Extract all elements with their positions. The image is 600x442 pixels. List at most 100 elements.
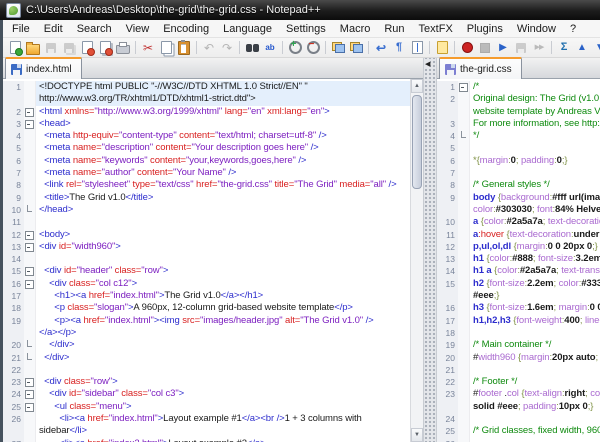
code-text: h1,h2,h3 {font-weight:400; line-he bbox=[470, 315, 600, 327]
redo-button[interactable] bbox=[218, 39, 236, 56]
line-number: 6 bbox=[437, 155, 458, 167]
show-all-characters-button[interactable] bbox=[390, 39, 408, 56]
fold-margin bbox=[458, 106, 470, 118]
sync-scroll-vertical-button[interactable] bbox=[329, 39, 347, 56]
fold-box-marker[interactable] bbox=[24, 229, 36, 241]
macro-record-button[interactable] bbox=[458, 39, 476, 56]
undo-button[interactable] bbox=[200, 39, 218, 56]
close-all-button[interactable] bbox=[96, 39, 114, 56]
macro-save-button[interactable] bbox=[512, 39, 530, 56]
scroll-up-arrow-icon[interactable]: ▲ bbox=[411, 79, 423, 93]
replace-button[interactable] bbox=[261, 39, 279, 56]
print-button[interactable] bbox=[114, 39, 132, 56]
fold-box-marker[interactable] bbox=[24, 388, 36, 400]
menu-language[interactable]: Language bbox=[216, 22, 279, 36]
left-vertical-scrollbar[interactable]: ▲ ▼ bbox=[410, 79, 423, 442]
user-defined-dialog-button[interactable] bbox=[433, 39, 451, 56]
macro-stop-button[interactable] bbox=[476, 39, 494, 56]
code-text: /* Grid classes, fixed width, 960px bbox=[470, 425, 600, 437]
notepad-plus-plus-icon bbox=[6, 3, 21, 18]
code-area-left[interactable]: 1<!DOCTYPE html PUBLIC "-//W3C//DTD XHTM… bbox=[3, 79, 410, 442]
fold-margin bbox=[24, 302, 36, 314]
fold-box-marker[interactable] bbox=[24, 278, 36, 290]
fold-margin bbox=[458, 216, 470, 228]
new-file-button[interactable] bbox=[6, 39, 24, 56]
code-line: color:#303030; font:84% Helvetica bbox=[437, 204, 600, 216]
menu-search[interactable]: Search bbox=[70, 22, 119, 36]
indent-guide-button[interactable] bbox=[408, 39, 426, 56]
pane-splitter[interactable]: ◀ bbox=[423, 58, 437, 442]
fold-margin bbox=[24, 315, 36, 327]
fold-box-marker[interactable] bbox=[24, 376, 36, 388]
splitter-collapse-icon[interactable]: ◀ bbox=[425, 60, 430, 68]
code-text: h1 a {color:#2a5a7a; text-transform bbox=[470, 265, 600, 277]
zoom-in-button[interactable] bbox=[286, 39, 304, 56]
plugin-move-up-button[interactable] bbox=[573, 39, 591, 56]
plugin-sort-ascending-button[interactable] bbox=[555, 39, 573, 56]
fold-box-marker[interactable] bbox=[24, 401, 36, 413]
fold-box-marker[interactable] bbox=[24, 106, 36, 118]
fold-box-marker[interactable] bbox=[24, 265, 36, 277]
editor-the-grid-css[interactable]: 1/*2Original design: The Grid (v1.0 - Sw… bbox=[437, 79, 600, 442]
code-line: 6 <meta name="keywords" content="your,ke… bbox=[3, 155, 410, 167]
zoom-out-button[interactable] bbox=[304, 39, 322, 56]
fold-box-marker[interactable] bbox=[24, 241, 36, 253]
fold-margin bbox=[24, 81, 36, 93]
cut-button[interactable] bbox=[139, 39, 157, 56]
menu-view[interactable]: View bbox=[119, 22, 157, 36]
macro-run-multiple-button[interactable] bbox=[530, 39, 548, 56]
code-text: <li><a href="index.html">Layout example … bbox=[36, 413, 410, 425]
plugin-move-up-icon bbox=[577, 43, 587, 53]
macro-play-button[interactable] bbox=[494, 39, 512, 56]
fold-margin bbox=[458, 229, 470, 241]
save-all-button[interactable] bbox=[60, 39, 78, 56]
tab-the-grid-css[interactable]: the-grid.css bbox=[439, 57, 522, 79]
sync-scroll-horizontal-button[interactable] bbox=[347, 39, 365, 56]
save-file-button[interactable] bbox=[42, 39, 60, 56]
paste-button[interactable] bbox=[175, 39, 193, 56]
menu-plugins[interactable]: Plugins bbox=[460, 22, 510, 36]
code-line: 20 </div> bbox=[3, 339, 410, 351]
line-number: 1 bbox=[437, 81, 458, 93]
fold-box-marker[interactable] bbox=[458, 81, 470, 93]
open-file-button[interactable] bbox=[24, 39, 42, 56]
find-button[interactable] bbox=[243, 39, 261, 56]
code-text: <html xmlns="http://www.w3.org/1999/xhtm… bbox=[36, 106, 410, 118]
code-line: 5 bbox=[437, 142, 600, 154]
code-line: 15h2 {font-size:2.2em; color:#333; m bbox=[437, 278, 600, 290]
menu-run[interactable]: Run bbox=[377, 22, 411, 36]
menu-macro[interactable]: Macro bbox=[333, 22, 378, 36]
fold-margin bbox=[458, 167, 470, 179]
scroll-down-arrow-icon[interactable]: ▼ bbox=[411, 428, 423, 442]
toolbar-separator bbox=[135, 41, 136, 54]
code-area-right[interactable]: 1/*2Original design: The Grid (v1.0 - Sw… bbox=[437, 79, 600, 442]
menu-encoding[interactable]: Encoding bbox=[156, 22, 216, 36]
code-line: 14 bbox=[3, 253, 410, 265]
plugin-move-down-icon bbox=[595, 43, 600, 53]
menu-settings[interactable]: Settings bbox=[279, 22, 333, 36]
fold-box-marker[interactable] bbox=[24, 118, 36, 130]
copy-button[interactable] bbox=[157, 39, 175, 56]
fold-margin bbox=[458, 155, 470, 167]
code-text: <meta http-equiv="content-type" content=… bbox=[36, 130, 410, 142]
plugin-move-down-button[interactable] bbox=[591, 39, 600, 56]
close-file-button[interactable] bbox=[78, 39, 96, 56]
menu-file[interactable]: File bbox=[5, 22, 37, 36]
word-wrap-button[interactable] bbox=[372, 39, 390, 56]
tab-index-html[interactable]: index.html bbox=[5, 57, 82, 79]
menu-edit[interactable]: Edit bbox=[37, 22, 70, 36]
code-line: 26 <li><a href="index.html">Layout examp… bbox=[3, 413, 410, 425]
menu-textfx[interactable]: TextFX bbox=[412, 22, 460, 36]
menu-help[interactable]: ? bbox=[563, 22, 583, 36]
fold-margin bbox=[458, 376, 470, 388]
menu-window[interactable]: Window bbox=[510, 22, 563, 36]
close-file-icon bbox=[82, 41, 93, 54]
code-text: website template by Andreas Vikl bbox=[470, 106, 600, 118]
editor-index-html[interactable]: 1<!DOCTYPE html PUBLIC "-//W3C//DTD XHTM… bbox=[3, 79, 423, 442]
scrollbar-thumb[interactable] bbox=[412, 95, 422, 189]
fold-margin bbox=[458, 425, 470, 437]
title-bar[interactable]: C:\Users\Andreas\Desktop\the-grid\the-gr… bbox=[0, 0, 600, 20]
code-line: 17 <h1><a href="index.html">The Grid v1.… bbox=[3, 290, 410, 302]
code-text: </a></p> bbox=[36, 327, 410, 339]
code-text: /* General styles */ bbox=[470, 179, 600, 191]
